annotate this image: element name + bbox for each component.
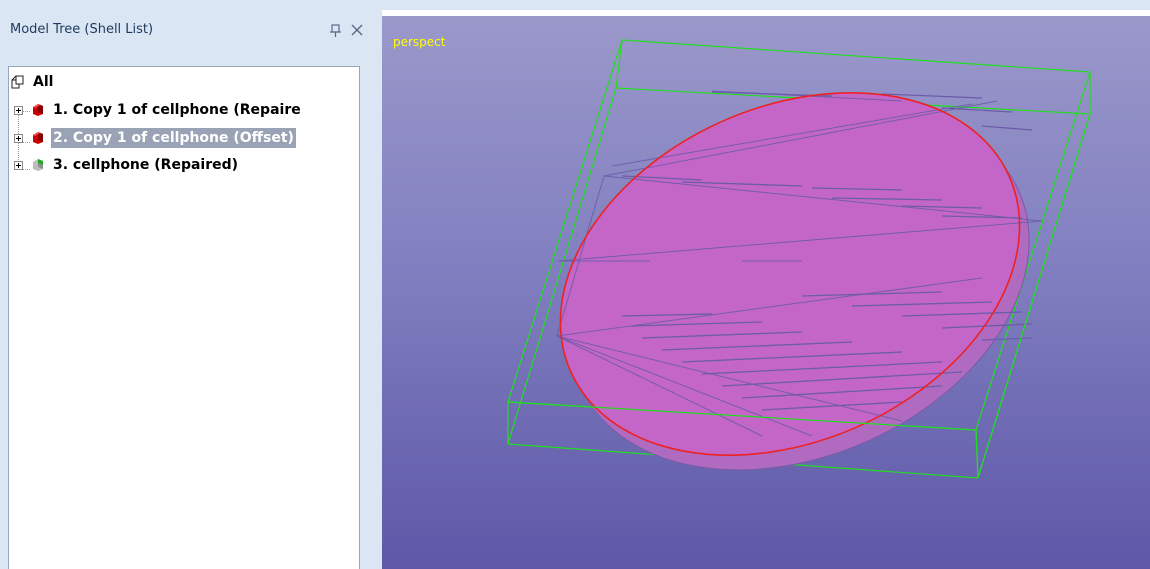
tree-item-label: 2. Copy 1 of cellphone (Offset) (51, 128, 296, 148)
window-top-strip (0, 0, 1150, 10)
scene-canvas (507, 39, 1091, 479)
model-tree-panel: Model Tree (Shell List) All 1. Copy 1 of… (0, 10, 376, 569)
expand-icon[interactable] (14, 106, 23, 115)
view-mode-label: perspect (393, 35, 446, 49)
panel-title: Model Tree (Shell List) (10, 22, 154, 37)
red-shell-icon (33, 132, 43, 144)
expand-icon[interactable] (14, 161, 23, 170)
green-shell-icon (33, 159, 43, 171)
tree-connector (23, 169, 30, 170)
shell-group-icon (11, 75, 24, 89)
tree-item-label: 1. Copy 1 of cellphone (Repaire (53, 102, 301, 118)
red-shell-icon (33, 104, 43, 116)
expand-icon[interactable] (14, 134, 23, 143)
pin-icon[interactable] (330, 24, 342, 38)
shell-tree-list[interactable]: All 1. Copy 1 of cellphone (Repaire 2. C… (8, 66, 360, 569)
tree-connector (23, 111, 30, 112)
3d-viewport[interactable]: perspect (382, 16, 1150, 569)
tree-connector (23, 142, 30, 143)
tree-item-label: 3. cellphone (Repaired) (53, 157, 239, 173)
close-icon[interactable] (350, 23, 364, 37)
tree-root-label: All (33, 74, 54, 90)
